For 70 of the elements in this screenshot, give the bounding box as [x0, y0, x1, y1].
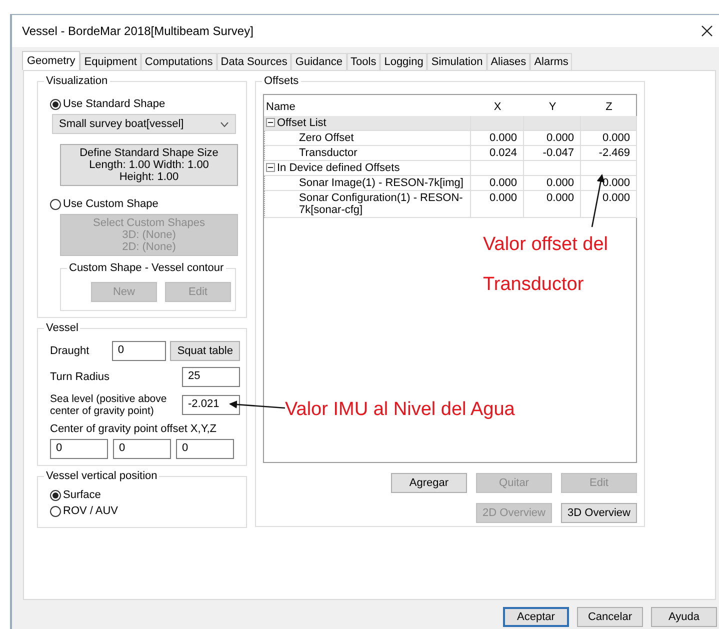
arrow: [229, 400, 286, 409]
button[interactable]: 3D Overview: [561, 503, 637, 523]
table-cell: 0.000: [524, 131, 581, 146]
field-label: Sea level (positive above center of gravity point): [50, 393, 168, 417]
dropdown[interactable]: Small survey boat[vessel]: [52, 114, 236, 134]
button[interactable]: Agregar: [391, 473, 467, 493]
radio-label[interactable]: ROV / AUV: [63, 505, 118, 517]
radio-label[interactable]: Use Standard Shape: [63, 98, 166, 110]
tab[interactable]: Logging: [380, 53, 428, 70]
field-label: Center of gravity point offset X,Y,Z: [50, 423, 218, 435]
tab[interactable]: Guidance: [291, 53, 347, 70]
input-field[interactable]: -2.021: [182, 395, 240, 415]
input-field[interactable]: 25: [182, 367, 240, 387]
tab[interactable]: Geometry: [22, 51, 80, 70]
table-cell: -2.469: [581, 146, 637, 161]
arrow: [591, 174, 605, 228]
close-icon: [701, 25, 713, 37]
tab[interactable]: Computations: [140, 53, 217, 70]
table-cell: 0.000: [524, 191, 581, 218]
group-title: Vessel vertical position: [44, 470, 160, 482]
squat-table-button[interactable]: Squat table: [170, 341, 240, 361]
tree-item[interactable]: Offset List: [277, 117, 326, 129]
column-header: Y: [548, 100, 558, 115]
table-cell: 0.000: [581, 191, 637, 218]
field-label: Turn Radius: [50, 371, 111, 383]
table-cell: 0.000: [471, 131, 524, 146]
column-header: X: [492, 100, 502, 115]
group-title: Vessel: [44, 322, 80, 334]
button[interactable]: Aceptar: [503, 607, 569, 627]
button[interactable]: Cancelar: [577, 607, 643, 627]
input-field[interactable]: 0: [50, 439, 108, 459]
tree-item[interactable]: In Device defined Offsets: [277, 162, 400, 174]
table-cell: 0.024: [471, 146, 524, 161]
tree-item[interactable]: Transductor: [264, 146, 471, 161]
field-label: Draught: [50, 345, 90, 357]
input-field[interactable]: 0: [112, 341, 166, 361]
table-cell: [524, 161, 581, 176]
annotation-text: Valor offset del Transductor: [483, 233, 608, 297]
table-cell: 0.000: [581, 176, 637, 191]
table-cell: [581, 116, 637, 131]
table-cell: 0.000: [471, 191, 524, 218]
chevron-icon: [220, 120, 229, 129]
tree-item[interactable]: Zero Offset: [264, 131, 471, 146]
define-shape-button[interactable]: Define Standard Shape Size Length: 1.00 Width: 1.00 Height: 1.00: [60, 144, 238, 186]
group-title: Custom Shape - Vessel contour: [67, 262, 226, 274]
window-title: Vessel - BordeMar 2018[Multibeam Survey]: [22, 24, 254, 38]
radio-label[interactable]: Surface: [63, 489, 101, 501]
table-cell: 0.000: [524, 176, 581, 191]
tab[interactable]: Simulation: [427, 53, 487, 70]
tab[interactable]: Equipment: [80, 53, 141, 70]
tab[interactable]: Data Sources: [216, 53, 292, 70]
dropdown-value: Small survey boat[vessel]: [59, 118, 184, 130]
tree-item[interactable]: Sonar Configuration(1) - RESON-7k[sonar-cfg]: [264, 191, 471, 218]
column-header: Z: [604, 100, 614, 115]
column-header: Name: [265, 100, 296, 115]
table-cell: 0.000: [471, 176, 524, 191]
input-field[interactable]: 0: [176, 439, 234, 459]
table-cell: [581, 161, 637, 176]
input-field[interactable]: 0: [113, 439, 171, 459]
table-cell: [524, 116, 581, 131]
group-title: Offsets: [262, 75, 301, 87]
tab[interactable]: Alarms: [530, 53, 572, 70]
table-cell: 0.000: [581, 131, 637, 146]
table-cell: -0.047: [524, 146, 581, 161]
group-title: Visualization: [44, 75, 110, 87]
tab[interactable]: Tools: [346, 53, 380, 70]
button[interactable]: Ayuda: [651, 607, 717, 627]
annotation-text: Valor IMU al Nivel del Agua: [285, 398, 515, 422]
tree-item[interactable]: Sonar Image(1) - RESON-7k[img]: [264, 176, 471, 191]
tab[interactable]: Aliases: [486, 53, 530, 70]
